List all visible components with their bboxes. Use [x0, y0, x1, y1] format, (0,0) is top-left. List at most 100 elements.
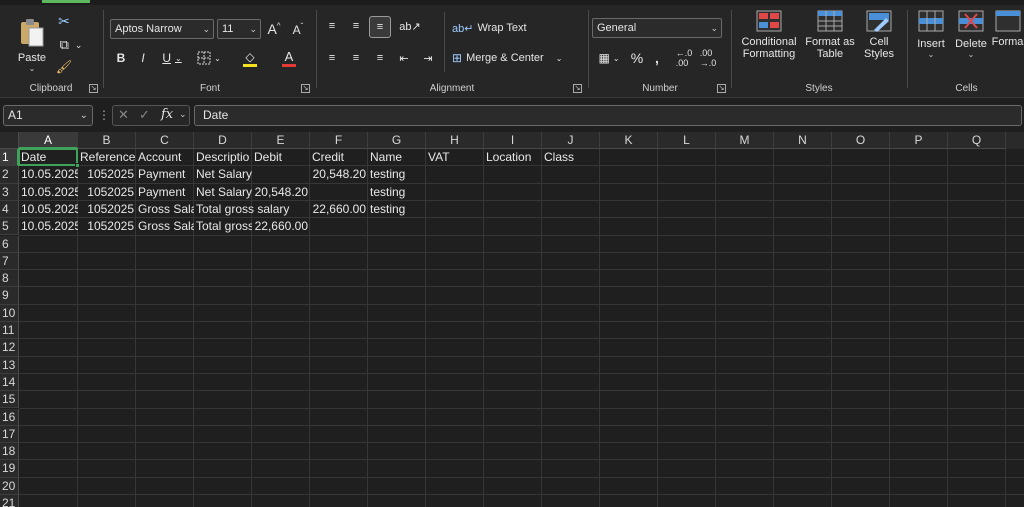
percent-style-button[interactable]: %: [628, 48, 646, 68]
increase-indent-button[interactable]: ⇥: [418, 48, 438, 68]
cell-b5[interactable]: 1052025: [78, 218, 136, 235]
more-options-icon[interactable]: ⋮: [98, 108, 110, 122]
cell-a2[interactable]: 10.05.2025: [19, 166, 78, 183]
cell-b2[interactable]: 1052025: [78, 166, 136, 183]
cell-f4[interactable]: 22,660.00: [310, 201, 368, 218]
cell-b1[interactable]: Reference: [78, 149, 136, 166]
cell-c2[interactable]: Payment: [136, 166, 194, 183]
row-header-10[interactable]: 10: [0, 304, 19, 322]
cell-i1[interactable]: Location: [484, 149, 542, 166]
row-header-8[interactable]: 8: [0, 270, 19, 288]
alignment-dialog-launcher[interactable]: ↘: [573, 84, 582, 93]
insert-function-icon[interactable]: fx: [161, 107, 173, 122]
cell-a3[interactable]: 10.05.2025: [19, 184, 78, 201]
row-header-7[interactable]: 7: [0, 252, 19, 271]
row-header-21[interactable]: 21: [0, 495, 19, 507]
row-header-3[interactable]: 3: [0, 183, 19, 201]
row-header-12[interactable]: 12: [0, 339, 19, 357]
row-header-6[interactable]: 6: [0, 235, 19, 253]
row-header-4[interactable]: 4: [0, 200, 19, 219]
merge-center-button[interactable]: ⊞ Merge & Center ⌄: [452, 48, 572, 68]
cell-e5[interactable]: 22,660.00: [252, 218, 310, 235]
column-header-j[interactable]: J: [542, 132, 600, 149]
decrease-font-size-button[interactable]: Aˇ: [288, 19, 308, 39]
increase-font-size-button[interactable]: A^: [264, 19, 284, 39]
row-header-2[interactable]: 2: [0, 166, 19, 184]
top-align-button[interactable]: ≡: [322, 16, 342, 36]
center-button[interactable]: ≡: [346, 48, 366, 68]
cell-b4[interactable]: 1052025: [78, 201, 136, 218]
row-header-19[interactable]: 19: [0, 460, 19, 478]
paste-button[interactable]: Paste ⌄: [14, 14, 50, 76]
bold-button[interactable]: B: [112, 48, 130, 68]
decrease-decimal-button[interactable]: .00 →.0: [698, 48, 718, 68]
underline-button[interactable]: U ⌄: [158, 48, 186, 68]
delete-cells-button[interactable]: Delete ⌄: [953, 10, 989, 78]
accounting-format-button[interactable]: ▦ ⌄: [594, 48, 624, 68]
column-header-a[interactable]: A: [19, 132, 78, 149]
cell-f1[interactable]: Credit: [310, 149, 368, 166]
cell-d5[interactable]: Total gross: [194, 218, 252, 235]
column-header-h[interactable]: H: [426, 132, 484, 149]
fill-color-button[interactable]: ◇: [234, 48, 266, 68]
column-header-o[interactable]: O: [832, 132, 890, 149]
column-header-b[interactable]: B: [78, 132, 136, 149]
number-format-select[interactable]: General ⌄: [592, 18, 722, 38]
cancel-icon[interactable]: ✕: [118, 107, 129, 123]
font-color-button[interactable]: A: [272, 48, 306, 68]
select-all-corner[interactable]: [0, 132, 19, 149]
format-painter-button[interactable]: 🖌: [56, 58, 73, 76]
column-header-i[interactable]: I: [484, 132, 542, 149]
italic-button[interactable]: I: [134, 48, 152, 68]
formula-input[interactable]: Date: [194, 105, 1022, 126]
bottom-align-button[interactable]: ≡: [369, 16, 391, 38]
align-left-button[interactable]: ≡: [322, 48, 342, 68]
column-header-c[interactable]: C: [136, 132, 194, 149]
enter-icon[interactable]: ✓: [139, 107, 150, 123]
column-header-m[interactable]: M: [716, 132, 774, 149]
name-box[interactable]: A1 ⌄: [3, 105, 93, 126]
number-dialog-launcher[interactable]: ↘: [717, 84, 726, 93]
cell-c5[interactable]: Gross Sala: [136, 218, 194, 235]
cell-d3[interactable]: Net Salary: [194, 184, 252, 201]
cell-a4[interactable]: 10.05.2025: [19, 201, 78, 218]
wrap-text-button[interactable]: ab↵ Wrap Text: [452, 18, 532, 38]
cell-g3[interactable]: testing: [368, 184, 426, 201]
column-header-f[interactable]: F: [310, 132, 368, 149]
cell-c4[interactable]: Gross Sala: [136, 201, 194, 218]
row-header-5[interactable]: 5: [0, 218, 19, 236]
cell-styles-button[interactable]: Cell Styles: [857, 10, 901, 78]
format-cells-button[interactable]: Forma: [991, 10, 1024, 78]
row-header-18[interactable]: 18: [0, 443, 19, 461]
cell-f2[interactable]: 20,548.20: [310, 166, 368, 183]
conditional-formatting-button[interactable]: Conditional Formatting: [737, 10, 801, 78]
cell-a5[interactable]: 10.05.2025: [19, 218, 78, 235]
comma-style-button[interactable]: ,: [650, 48, 664, 68]
cell-g4[interactable]: testing: [368, 201, 426, 218]
cell-g2[interactable]: testing: [368, 166, 426, 183]
row-header-1[interactable]: 1: [0, 149, 19, 167]
fill-handle[interactable]: [75, 163, 80, 169]
cell-g1[interactable]: Name: [368, 149, 426, 166]
format-as-table-button[interactable]: Format as Table: [803, 10, 857, 78]
increase-decimal-button[interactable]: ←.0.00: [674, 48, 694, 68]
insert-cells-button[interactable]: Insert ⌄: [913, 10, 949, 78]
cell-c1[interactable]: Account: [136, 149, 194, 166]
row-header-11[interactable]: 11: [0, 322, 19, 340]
clipboard-dialog-launcher[interactable]: ↘: [89, 84, 98, 93]
column-header-q[interactable]: Q: [948, 132, 1006, 149]
cell-d4[interactable]: Total gross salary: [194, 201, 289, 218]
row-header-13[interactable]: 13: [0, 356, 19, 374]
column-header-k[interactable]: K: [600, 132, 658, 149]
orientation-button[interactable]: ab↗: [396, 16, 424, 36]
cell-d1[interactable]: Descriptio: [194, 149, 252, 166]
cell-b3[interactable]: 1052025: [78, 184, 136, 201]
font-size-select[interactable]: 11 ⌄: [217, 19, 261, 39]
column-header-e[interactable]: E: [252, 132, 310, 149]
font-dialog-launcher[interactable]: ↘: [301, 84, 310, 93]
cut-button[interactable]: ✂: [56, 12, 72, 30]
cell-e1[interactable]: Debit: [252, 149, 310, 166]
decrease-indent-button[interactable]: ⇤: [394, 48, 414, 68]
row-header-9[interactable]: 9: [0, 287, 19, 305]
column-header-n[interactable]: N: [774, 132, 832, 149]
